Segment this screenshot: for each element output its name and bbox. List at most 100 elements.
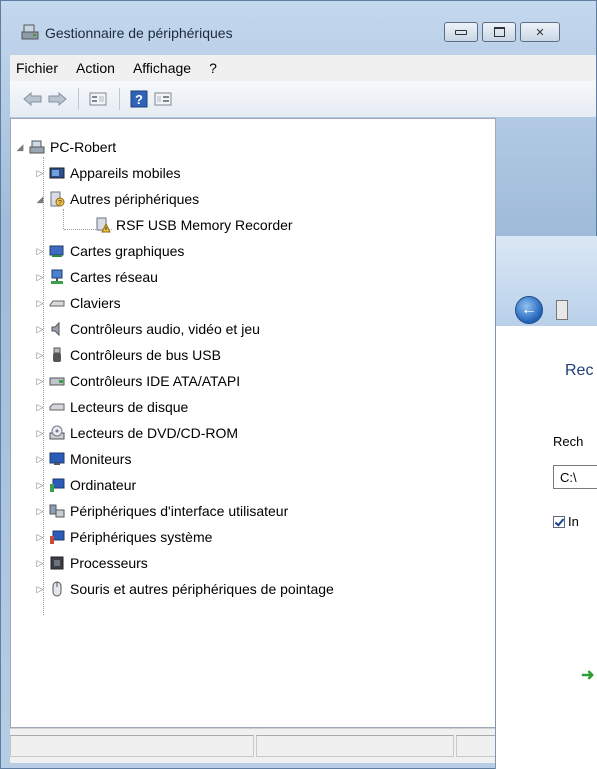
view-icon[interactable] <box>152 89 174 109</box>
help-icon[interactable]: ? <box>128 89 150 109</box>
monitor-icon <box>49 451 65 467</box>
expand-arrow-icon[interactable]: ▷ <box>35 272 45 282</box>
expand-arrow-icon[interactable]: ▷ <box>35 350 45 360</box>
tree-item-processeurs[interactable]: ▷ Processeurs <box>35 553 148 573</box>
tree-item-label: Lecteurs de DVD/CD-ROM <box>70 425 239 441</box>
toolbar-separator <box>78 88 79 110</box>
toolbar: ? <box>10 81 596 117</box>
maximize-icon <box>483 23 515 41</box>
expand-arrow-icon[interactable]: ▷ <box>35 480 45 490</box>
expand-arrow-icon[interactable]: ▷ <box>35 298 45 308</box>
expand-arrow-icon[interactable]: ▷ <box>35 558 45 568</box>
minimize-button[interactable] <box>444 22 478 42</box>
tree-item-lecteurs-disque[interactable]: ▷ Lecteurs de disque <box>35 397 189 417</box>
expand-arrow-icon[interactable]: ▷ <box>35 402 45 412</box>
expand-arrow-icon[interactable]: ▷ <box>35 168 45 178</box>
hid-icon <box>49 503 65 519</box>
tree-item-rsf-usb-memory-recorder[interactable]: RSF USB Memory Recorder <box>95 215 293 235</box>
tree-item-label: Claviers <box>70 295 121 311</box>
tree-root[interactable]: ◢ PC-Robert <box>15 137 117 157</box>
collapse-arrow-icon[interactable]: ◢ <box>35 194 45 204</box>
tree-item-cartes-reseau[interactable]: ▷ Cartes réseau <box>35 267 158 287</box>
tree-item-peripheriques-systeme[interactable]: ▷ Périphériques système <box>35 527 213 547</box>
forward-arrow-icon[interactable] <box>46 89 68 109</box>
tree-item-cartes-graphiques[interactable]: ▷ Cartes graphiques <box>35 241 185 261</box>
svg-text:?: ? <box>135 92 143 107</box>
tree-item-label: Périphériques système <box>70 529 213 545</box>
window-controls: ✕ <box>444 22 560 42</box>
expand-arrow-icon[interactable]: ▷ <box>35 532 45 542</box>
back-arrow-icon[interactable]: ← <box>515 296 543 324</box>
computer-icon <box>29 139 45 155</box>
tree-item-controleurs-ide[interactable]: ▷ Contrôleurs IDE ATA/ATAPI <box>35 371 241 391</box>
tree-item-label: Moniteurs <box>70 451 132 467</box>
tree-item-appareils-mobiles[interactable]: ▷ Appareils mobiles <box>35 163 181 183</box>
mobile-device-icon <box>49 165 65 181</box>
dialog-path-input[interactable]: C:\ <box>553 465 597 489</box>
dialog-header: ← <box>496 236 597 326</box>
tree-item-label: Autres périphériques <box>70 191 200 207</box>
tree-item-label: Contrôleurs de bus USB <box>70 347 221 363</box>
tree-connector <box>63 209 64 229</box>
usb-icon <box>49 347 65 363</box>
window-title: Gestionnaire de périphériques <box>45 25 233 41</box>
expand-arrow-icon[interactable]: ▷ <box>35 376 45 386</box>
tree-item-label: Ordinateur <box>70 477 137 493</box>
expand-arrow-icon[interactable]: ▷ <box>35 506 45 516</box>
menu-action[interactable]: Action <box>67 60 124 76</box>
menu-affichage[interactable]: Affichage <box>124 60 200 76</box>
close-button[interactable]: ✕ <box>520 22 560 42</box>
driver-update-dialog: ← <box>495 236 597 769</box>
network-adapter-icon <box>49 269 65 285</box>
back-arrow-icon[interactable] <box>22 89 44 109</box>
toolbar-separator <box>119 88 120 110</box>
tree-item-controleurs-usb[interactable]: ▷ Contrôleurs de bus USB <box>35 345 221 365</box>
speaker-icon <box>49 321 65 337</box>
checkbox-checked[interactable] <box>553 515 565 528</box>
menu-help[interactable]: ? <box>200 60 226 76</box>
tree-item-souris[interactable]: ▷ Souris et autres périphériques de poin… <box>35 579 334 599</box>
dialog-include-checkbox[interactable]: In <box>553 514 579 529</box>
minimize-icon <box>445 23 477 41</box>
expand-arrow-icon[interactable]: ▷ <box>35 324 45 334</box>
tree-item-lecteurs-dvd[interactable]: ▷ Lecteurs de DVD/CD-ROM <box>35 423 239 443</box>
unknown-device-icon: ? <box>49 191 65 207</box>
menu-fichier[interactable]: Fichier <box>10 60 67 76</box>
device-tree-pane[interactable]: ◢ PC-Robert ▷ Appareils mobiles ◢ ? Autr… <box>10 118 496 728</box>
maximize-button[interactable] <box>482 22 516 42</box>
device-icon <box>556 300 568 320</box>
expand-arrow-icon[interactable]: ▷ <box>35 428 45 438</box>
tree-item-ordinateur[interactable]: ▷ Ordinateur <box>35 475 137 495</box>
keyboard-icon <box>49 295 65 311</box>
tree-item-autres-peripheriques[interactable]: ◢ ? Autres périphériques <box>35 189 200 209</box>
status-cell <box>456 735 496 757</box>
mouse-icon <box>49 581 65 597</box>
tree-item-label: Processeurs <box>70 555 148 571</box>
menu-bar: Fichier Action Affichage ? <box>10 55 596 81</box>
tree-item-label: Contrôleurs audio, vidéo et jeu <box>70 321 260 337</box>
close-icon: ✕ <box>535 26 545 39</box>
expand-arrow-icon[interactable]: ▷ <box>35 246 45 256</box>
ide-controller-icon <box>49 373 65 389</box>
tree-item-label: Cartes réseau <box>70 269 158 285</box>
collapse-arrow-icon[interactable]: ◢ <box>15 142 25 152</box>
warning-device-icon <box>95 217 111 233</box>
device-manager-icon <box>21 23 39 41</box>
properties-icon[interactable] <box>87 89 109 109</box>
expand-arrow-icon[interactable]: ▷ <box>35 454 45 464</box>
system-device-icon <box>49 529 65 545</box>
green-arrow-icon[interactable]: ➜ <box>581 665 594 685</box>
tree-item-controleurs-audio[interactable]: ▷ Contrôleurs audio, vidéo et jeu <box>35 319 260 339</box>
tree-item-moniteurs[interactable]: ▷ Moniteurs <box>35 449 132 469</box>
display-adapter-icon <box>49 243 65 259</box>
tree-item-claviers[interactable]: ▷ Claviers <box>35 293 121 313</box>
title-bar[interactable]: Gestionnaire de périphériques ✕ <box>1 1 596 45</box>
status-cell <box>10 735 254 757</box>
tree-item-peripheriques-interface[interactable]: ▷ Périphériques d'interface utilisateur <box>35 501 289 521</box>
processor-icon <box>49 555 65 571</box>
dialog-search-label: Rech <box>553 434 584 449</box>
expand-arrow-icon[interactable]: ▷ <box>35 584 45 594</box>
status-cell <box>256 735 454 757</box>
svg-text:?: ? <box>58 200 62 207</box>
tree-item-label: Contrôleurs IDE ATA/ATAPI <box>70 373 241 389</box>
